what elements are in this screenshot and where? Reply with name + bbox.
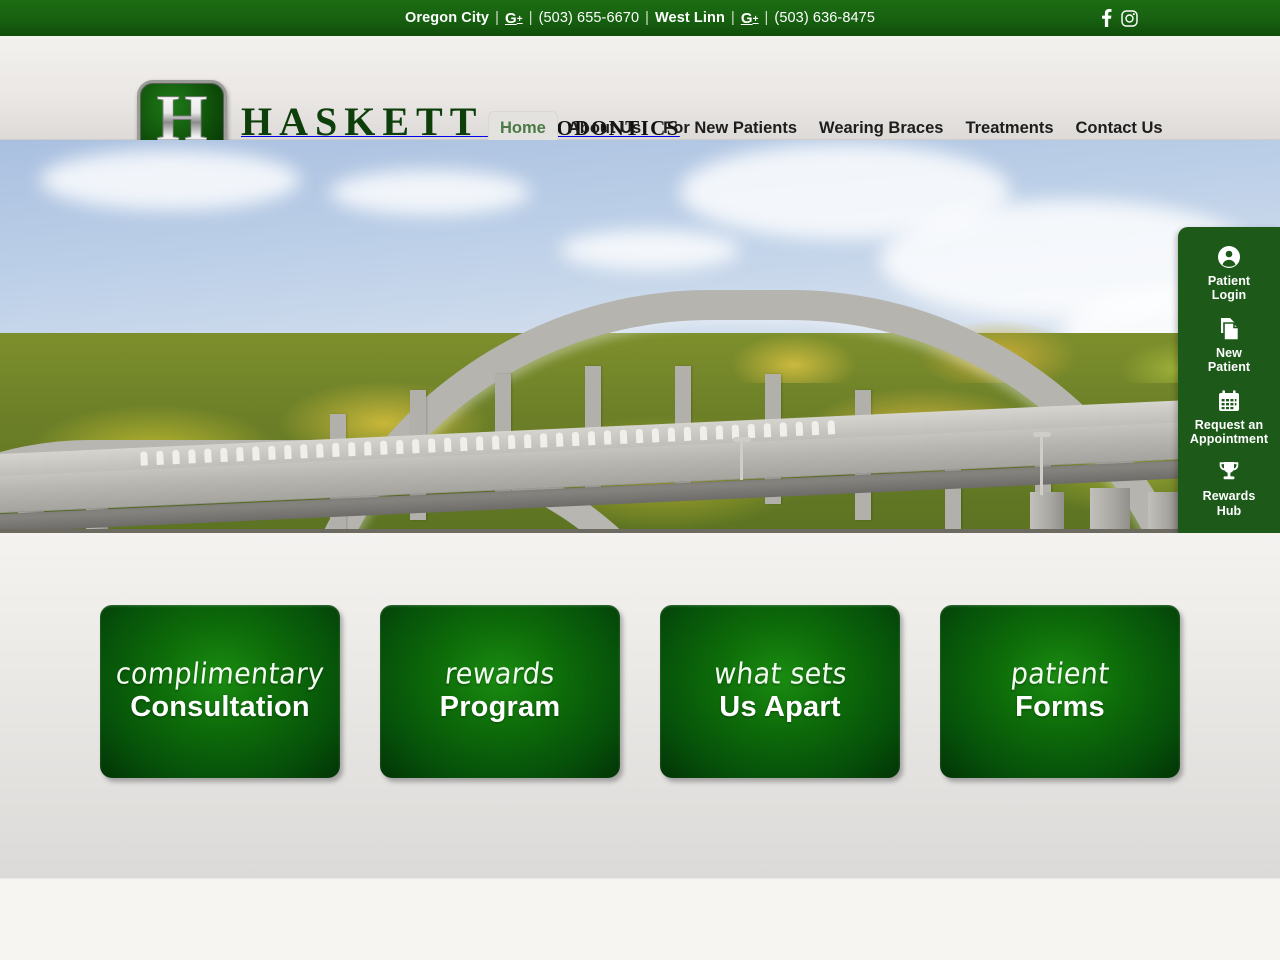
quick-action-label-line1: Patient xyxy=(1207,274,1251,288)
card-what-sets-us-apart[interactable]: what sets Us Apart xyxy=(660,605,900,778)
card-line1: patient xyxy=(1009,657,1111,692)
card-line1: complimentary xyxy=(114,657,326,692)
quick-action-request-appointment[interactable]: Request an Appointment xyxy=(1184,383,1274,455)
quick-action-rewards-hub[interactable]: Rewards Hub xyxy=(1184,454,1274,526)
cloud-decoration xyxy=(560,230,740,270)
calendar-icon xyxy=(1186,389,1272,415)
card-patient-forms[interactable]: patient Forms xyxy=(940,605,1180,778)
trophy-icon xyxy=(1186,460,1272,486)
card-line1: what sets xyxy=(711,657,849,692)
bridge-pier xyxy=(1148,492,1178,533)
phone-oregon-city[interactable]: (503) 655-6670 xyxy=(539,10,640,26)
google-plus-icon-oregon-city[interactable]: G + xyxy=(505,10,523,27)
top-contact-bar-inner: Oregon City | G + | (503) 655-6670 | West… xyxy=(135,0,1145,36)
separator-5: | xyxy=(764,10,769,26)
user-circle-icon xyxy=(1186,245,1272,271)
bridge-pier xyxy=(1090,488,1130,533)
bridge-lamp xyxy=(1033,432,1051,495)
quick-actions-panel: Patient Login New Patient Request an App… xyxy=(1178,227,1280,533)
card-line2: Forms xyxy=(1015,690,1105,723)
quick-action-label-line2: Login xyxy=(1211,288,1247,303)
cloud-decoration xyxy=(330,170,530,215)
card-line2: Us Apart xyxy=(719,690,841,723)
cloud-decoration xyxy=(40,150,300,210)
quick-action-label-line1: New xyxy=(1215,345,1242,360)
google-plus-icon-west-linn[interactable]: G + xyxy=(741,10,759,27)
document-icon xyxy=(1186,317,1272,343)
top-contact-bar: Oregon City | G + | (503) 655-6670 | West… xyxy=(0,0,1280,36)
contact-info: Oregon City | G + | (503) 655-6670 | West… xyxy=(405,10,875,27)
separator-1: | xyxy=(495,10,499,26)
facebook-icon[interactable] xyxy=(1101,9,1112,27)
quick-action-patient-login[interactable]: Patient Login xyxy=(1184,239,1274,311)
bridge-pier xyxy=(1030,492,1064,533)
bridge-lamp xyxy=(733,437,751,480)
footer-strip xyxy=(0,878,1280,960)
separator-2: | xyxy=(528,10,533,26)
separator-4: | xyxy=(730,10,735,26)
location-oregon-city: Oregon City xyxy=(405,10,490,26)
quick-action-new-patient[interactable]: New Patient xyxy=(1184,311,1274,383)
logo-name: HASKETT xyxy=(241,99,484,144)
phone-west-linn[interactable]: (503) 636-8475 xyxy=(774,10,875,26)
quick-action-label-line2: Hub xyxy=(1216,503,1242,518)
card-line2: Consultation xyxy=(130,690,310,723)
card-rewards-program[interactable]: rewards Program xyxy=(380,605,620,778)
quick-action-label-line2: Patient xyxy=(1207,360,1251,375)
instagram-icon[interactable] xyxy=(1121,9,1138,27)
quick-action-label-line1: Rewards xyxy=(1202,489,1256,504)
feature-cards-section: complimentary Consultation rewards Progr… xyxy=(0,533,1280,878)
card-line1: rewards xyxy=(443,657,557,692)
hero-banner: Patient Login New Patient Request an App… xyxy=(0,140,1280,533)
card-line2: Program xyxy=(439,690,561,723)
quick-action-label-line2: Appointment xyxy=(1189,431,1269,446)
card-complimentary-consultation[interactable]: complimentary Consultation xyxy=(100,605,340,778)
separator-3: | xyxy=(645,10,650,26)
location-west-linn: West Linn xyxy=(655,10,725,26)
feature-cards: complimentary Consultation rewards Progr… xyxy=(100,605,1180,778)
site-header: H HASKETT ORTHODONTICS Home About Us For… xyxy=(0,36,1280,162)
quick-action-label-line1: Request an xyxy=(1194,417,1264,432)
social-links xyxy=(1101,0,1138,36)
